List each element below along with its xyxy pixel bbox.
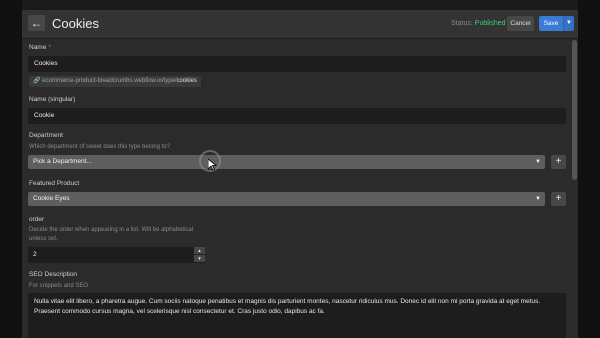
cancel-button[interactable]: Cancel bbox=[507, 16, 534, 31]
caret-up-icon: ▲ bbox=[197, 248, 202, 253]
panel-scrollbar-thumb[interactable] bbox=[572, 40, 577, 180]
order-help-line1: Decide the order when appearing in a lis… bbox=[29, 227, 194, 233]
left-backdrop bbox=[0, 0, 22, 338]
order-help-line2: unless set. bbox=[29, 236, 58, 242]
status-badge: Published bbox=[474, 20, 506, 27]
caret-down-icon: ▼ bbox=[197, 256, 202, 261]
decrement-button[interactable]: ▼ bbox=[194, 255, 205, 262]
department-help: Which department of sweet does this type… bbox=[29, 144, 171, 150]
arrow-left-icon: ← bbox=[30, 16, 43, 30]
chevron-down-icon: ▼ bbox=[566, 20, 572, 26]
name-singular-field[interactable]: Cookie bbox=[28, 108, 566, 124]
featured-product-value: Cookie Eyes bbox=[33, 195, 70, 202]
name-field[interactable]: Cookies bbox=[28, 56, 566, 72]
slug-prefix: ecommerce-product-breadcrumbs.webflow.io… bbox=[42, 78, 177, 84]
order-stepper[interactable]: 2 bbox=[28, 247, 205, 263]
add-featured-product-button[interactable]: + bbox=[551, 192, 566, 206]
featured-product-label: Featured Product bbox=[29, 180, 80, 187]
seo-description-label: SEO Description bbox=[29, 271, 78, 278]
department-select[interactable]: Pick a Department... ▼ bbox=[28, 155, 545, 169]
status-indicator: Status: Published bbox=[451, 19, 506, 28]
department-select-value: Pick a Department... bbox=[33, 158, 92, 165]
save-options-button[interactable]: ▼ bbox=[563, 16, 574, 31]
add-department-button[interactable]: + bbox=[551, 155, 566, 169]
seo-description-help: For snippets and SEO bbox=[29, 283, 89, 289]
edit-item-panel: ← Cookies Status: Published Cancel Save ▼… bbox=[22, 10, 578, 338]
name-singular-label: Name (singular) bbox=[29, 96, 76, 103]
caret-down-icon: ▼ bbox=[535, 159, 541, 165]
save-button[interactable]: Save bbox=[539, 16, 563, 31]
seo-description-textarea[interactable]: Nulla vitae elit libero, a pharetra augu… bbox=[28, 293, 566, 338]
department-label: Department bbox=[29, 132, 63, 139]
back-button[interactable]: ← bbox=[28, 15, 45, 31]
slug-value: cookies bbox=[176, 78, 197, 84]
mouse-pointer-icon bbox=[208, 159, 217, 171]
page-title: Cookies bbox=[52, 16, 99, 31]
increment-button[interactable]: ▲ bbox=[194, 247, 205, 254]
name-label: Name * bbox=[29, 44, 51, 51]
slug-link[interactable]: 🔗 ecommerce-product-breadcrumbs.webflow.… bbox=[29, 76, 201, 87]
right-backdrop bbox=[578, 0, 600, 338]
featured-product-select[interactable]: Cookie Eyes ▼ bbox=[28, 192, 545, 206]
status-label: Status: bbox=[451, 20, 473, 27]
required-mark: * bbox=[48, 44, 51, 51]
link-icon: 🔗 bbox=[33, 78, 41, 84]
order-label: order bbox=[29, 216, 45, 223]
caret-down-icon: ▼ bbox=[535, 196, 541, 202]
panel-header: ← Cookies Status: Published Cancel Save ▼ bbox=[22, 10, 578, 39]
